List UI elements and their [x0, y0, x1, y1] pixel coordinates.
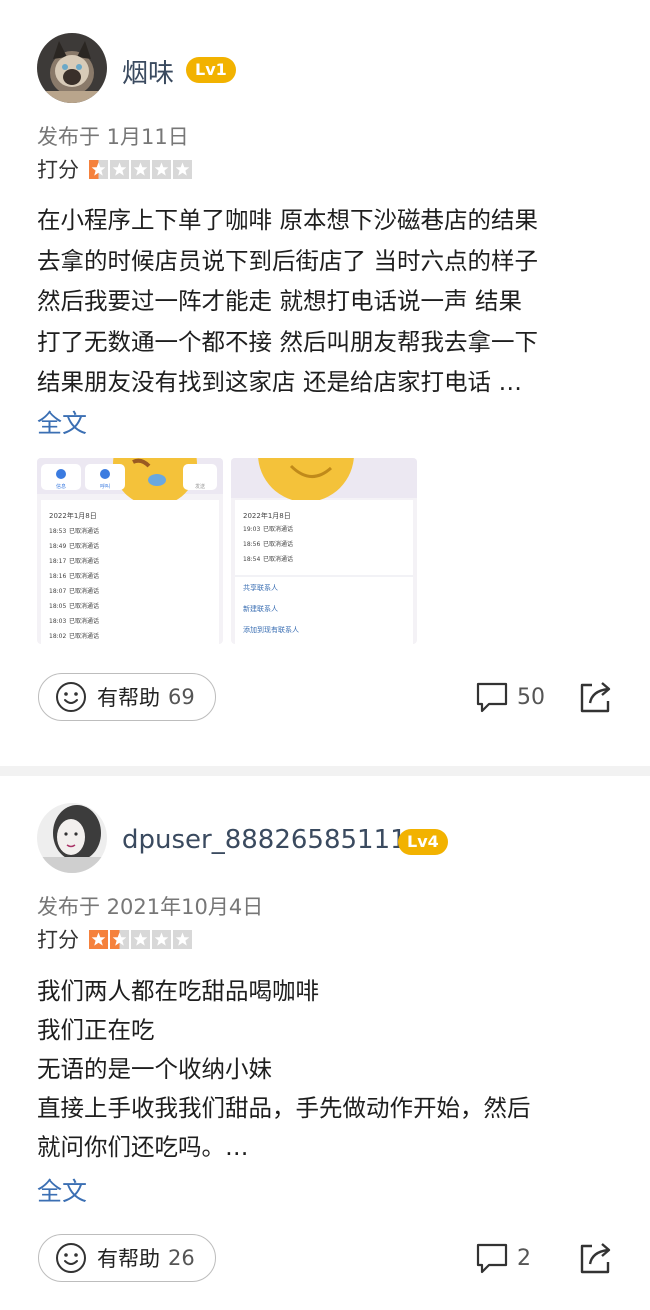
- call-time: 18:53: [49, 528, 66, 535]
- star-icon: [173, 929, 192, 949]
- call-log-date: 2022年1月8日: [243, 511, 291, 520]
- review-photo[interactable]: 2022年1月8日 19:03 已取消通话 18:56 已取消通话 18:54 已取消通话…: [231, 458, 417, 644]
- review-line: 在小程序上下单了咖啡 原本想下沙磁巷店的结果: [37, 206, 538, 234]
- star-icon: [173, 159, 192, 179]
- call-time: 18:17: [49, 558, 66, 565]
- call-time: 18:02: [49, 633, 66, 640]
- call-status: 已取消通话: [69, 557, 99, 565]
- review-line: 就问你们还吃吗。…: [37, 1133, 249, 1161]
- comment-button[interactable]: 50: [475, 680, 545, 714]
- section-divider: [0, 766, 650, 776]
- share-button[interactable]: [578, 1240, 614, 1280]
- review-line: 我们正在吃: [37, 1016, 155, 1044]
- call-log: 19:03 已取消通话18:56 已取消通话18:54 已取消通话: [243, 525, 293, 563]
- call-time: 18:56: [243, 541, 260, 548]
- call-status: 已取消通话: [69, 572, 99, 580]
- helpful-button[interactable]: 有帮助 26: [38, 1234, 216, 1282]
- review-body: 我们两人都在吃甜品喝咖啡 我们正在吃 无语的是一个收纳小妹 直接上手收我我们甜品…: [37, 972, 531, 1167]
- star-icon: [89, 159, 108, 179]
- review-line: 然后我要过一阵才能走 就想打电话说一声 结果: [37, 287, 522, 315]
- rating: 打分: [37, 156, 194, 182]
- review-photo[interactable]: 信息 呼叫 发送 2022年1月8日 18:53 已取消通话 18:49 已取消通话 1…: [37, 458, 223, 644]
- review-line: 结果朋友没有找到这家店 还是给店家打电话 …: [37, 368, 522, 396]
- contact-action: 共享联系人: [243, 583, 278, 592]
- call-time: 18:16: [49, 573, 66, 580]
- publish-date: 发布于 2021年10月4日: [37, 895, 264, 919]
- review-card: dpuser_88826585111 Lv4 发布于 2021年10月4日 打分…: [0, 776, 650, 1310]
- share-button[interactable]: [578, 679, 614, 719]
- publish-date: 发布于 1月11日: [37, 125, 189, 149]
- smile-icon: [56, 1243, 86, 1273]
- call-time: 19:03: [243, 526, 260, 533]
- review-line: 打了无数通一个都不接 然后叫朋友帮我去拿一下: [37, 327, 538, 356]
- comment-count: 50: [517, 684, 545, 710]
- star-rating: [89, 159, 194, 179]
- star-icon: [110, 929, 129, 949]
- message-icon: [56, 469, 66, 479]
- helpful-label: 有帮助: [97, 1247, 160, 1271]
- smile-icon: [56, 682, 86, 712]
- helpful-count: 69: [168, 685, 195, 709]
- call-status: 已取消通话: [69, 617, 99, 625]
- call-log-date: 2022年1月8日: [49, 511, 97, 520]
- helpful-count: 26: [168, 1246, 195, 1270]
- helpful-button[interactable]: 有帮助 69: [38, 673, 216, 721]
- review-card: 烟味 Lv1 发布于 1月11日 打分 在小程序上下单了咖啡 原本想下沙磁巷店的…: [0, 0, 650, 766]
- share-icon: [580, 682, 611, 713]
- call-status: 已取消通话: [263, 540, 293, 548]
- star-icon: [152, 929, 171, 949]
- call-time: 18:49: [49, 543, 66, 550]
- full-text-link[interactable]: 全文: [37, 404, 87, 440]
- level-badge: Lv1: [186, 57, 236, 83]
- helpful-label: 有帮助: [97, 686, 160, 710]
- call-status: 已取消通话: [69, 632, 99, 640]
- review-line: 无语的是一个收纳小妹: [37, 1055, 272, 1083]
- photo-tab-label: 呼叫: [100, 483, 110, 490]
- call-time: 18:54: [243, 556, 260, 563]
- photo-tab-label: 发送: [195, 483, 205, 490]
- call-status: 已取消通话: [69, 602, 99, 610]
- star-icon: [89, 929, 108, 949]
- rating-label: 打分: [37, 928, 79, 952]
- photo-tab-label: 信息: [56, 483, 66, 490]
- username[interactable]: 烟味: [122, 53, 174, 90]
- comment-button[interactable]: 2: [475, 1241, 531, 1275]
- call-status: 已取消通话: [69, 542, 99, 550]
- username[interactable]: dpuser_88826585111: [122, 825, 407, 855]
- call-status: 已取消通话: [69, 527, 99, 535]
- comment-icon: [476, 1243, 508, 1274]
- star-icon: [110, 159, 129, 179]
- share-icon: [580, 1243, 611, 1274]
- contact-action: 新建联系人: [243, 604, 278, 613]
- review-line: 去拿的时候店员说下到后街店了 当时六点的样子: [37, 246, 538, 275]
- star-icon: [152, 159, 171, 179]
- star-rating: [89, 929, 194, 949]
- call-time: 18:05: [49, 603, 66, 610]
- full-text-link[interactable]: 全文: [37, 1172, 87, 1208]
- avatar[interactable]: [37, 33, 107, 103]
- call-status: 已取消通话: [263, 525, 293, 533]
- call-time: 18:03: [49, 618, 66, 625]
- star-icon: [131, 159, 150, 179]
- phone-icon: [100, 469, 110, 479]
- call-status: 已取消通话: [69, 587, 99, 595]
- star-icon: [131, 929, 150, 949]
- review-line: 直接上手收我我们甜品，手先做动作开始，然后: [37, 1094, 531, 1122]
- comment-icon: [476, 682, 508, 713]
- review-body: 在小程序上下单了咖啡 原本想下沙磁巷店的结果 去拿的时候店员说下到后街店了 当时…: [37, 200, 538, 403]
- comment-count: 2: [517, 1245, 531, 1271]
- rating-label: 打分: [37, 158, 79, 182]
- contact-action: 添加到现有联系人: [243, 625, 299, 634]
- rating: 打分: [37, 926, 194, 952]
- call-status: 已取消通话: [263, 555, 293, 563]
- level-badge: Lv4: [398, 829, 448, 855]
- avatar[interactable]: [37, 803, 107, 873]
- review-line: 我们两人都在吃甜品喝咖啡: [37, 977, 319, 1005]
- call-time: 18:07: [49, 588, 66, 595]
